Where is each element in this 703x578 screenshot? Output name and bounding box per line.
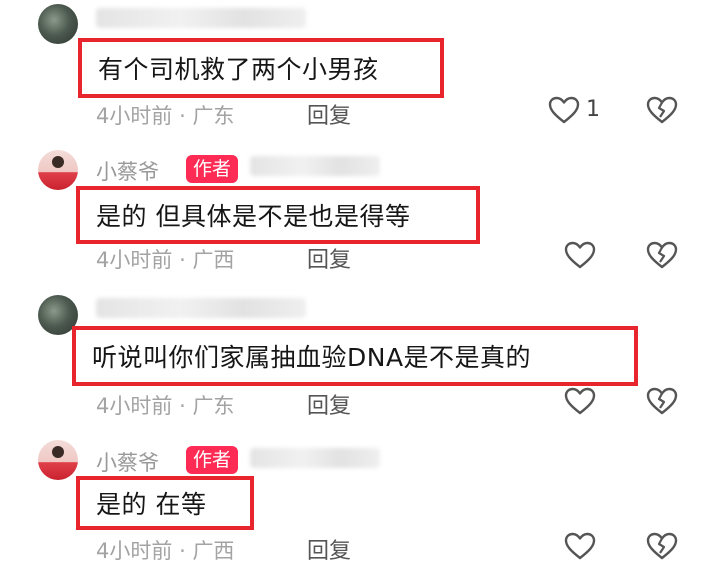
blurred-username [250,448,380,468]
comment-item: 小蔡爷 作者 是的 在等 4小时前 · 广西 回复 [0,0,703,578]
broken-heart-icon[interactable] [646,531,678,561]
comment-meta: 4小时前 · 广西 [96,535,234,565]
reply-button[interactable]: 回复 [307,533,351,565]
heart-outline-icon[interactable] [564,531,596,561]
username[interactable]: 小蔡爷 [96,447,159,477]
meta-separator: · [179,539,186,563]
comment-text[interactable]: 是的 在等 [96,485,206,521]
author-badge: 作者 [186,446,239,474]
comment-location: 广西 [192,539,235,563]
comment-highlight-box: 是的 在等 [76,476,254,530]
comment-time: 4小时前 [96,539,173,563]
avatar[interactable] [38,440,78,480]
